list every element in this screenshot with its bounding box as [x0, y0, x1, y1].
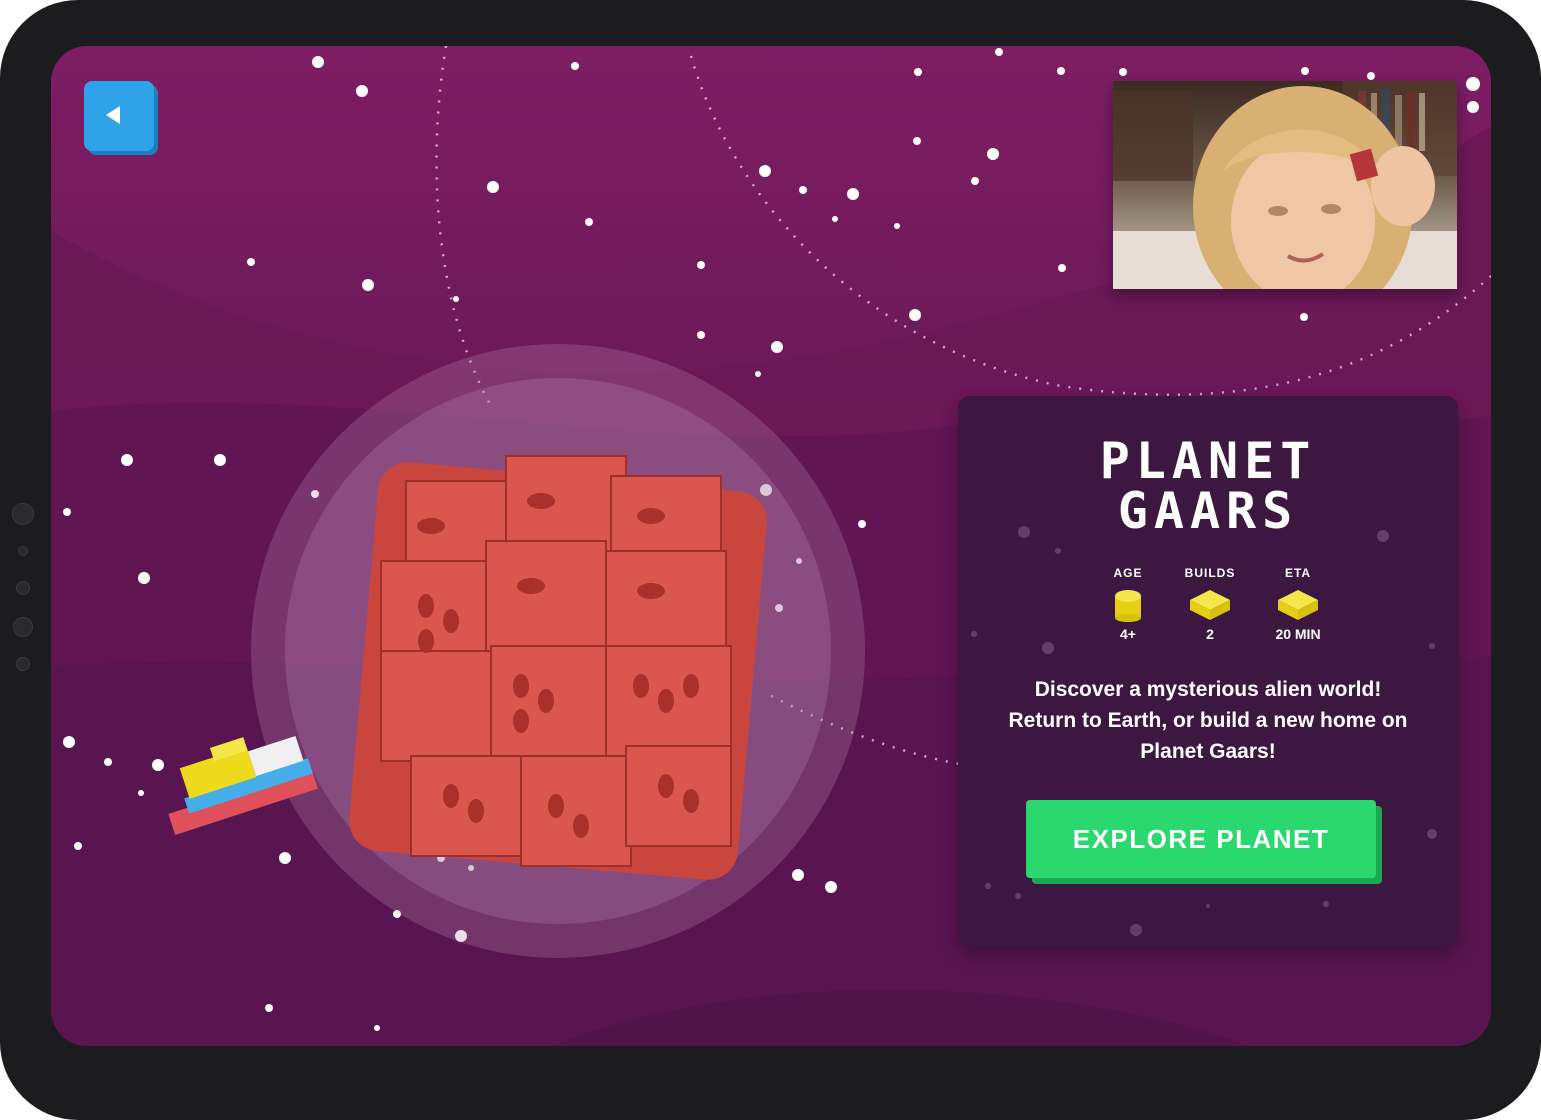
planet-title: PLANET GAARS — [958, 436, 1458, 536]
side-button — [13, 617, 33, 637]
side-button — [16, 581, 30, 595]
explore-planet-button[interactable]: EXPLORE PLANET — [1026, 800, 1376, 878]
brick-2x2-icon — [1190, 590, 1230, 620]
child-video-thumbnail — [1113, 81, 1457, 289]
stat-age-label: AGE — [1113, 566, 1143, 580]
brick-1x1-icon — [1115, 590, 1141, 622]
stat-builds-label: BUILDS — [1184, 566, 1236, 580]
side-button — [18, 546, 28, 556]
camera-lens — [12, 503, 34, 525]
stat-builds-value: 2 — [1206, 626, 1214, 642]
stat-age-value: 4+ — [1120, 626, 1136, 642]
stat-eta-value: 20 MIN — [1275, 626, 1321, 642]
stat-age: AGE 4+ — [1088, 566, 1168, 642]
planet-title-line2: GAARS — [1117, 482, 1299, 540]
app-screen: PLANET GAARS AGE 4+ BUILDS 2 ETA 20 MIN … — [51, 46, 1491, 1046]
planet-stats: AGE 4+ BUILDS 2 ETA 20 MIN — [1088, 566, 1328, 656]
planet-gaars-illustration — [251, 344, 865, 958]
stat-builds: BUILDS 2 — [1170, 566, 1250, 642]
stat-eta: ETA 20 MIN — [1258, 566, 1338, 642]
stat-eta-label: ETA — [1284, 566, 1312, 580]
back-arrow-icon — [106, 106, 120, 124]
planet-description: Discover a mysterious alien world! Retur… — [1008, 678, 1408, 763]
back-button[interactable] — [84, 81, 154, 151]
planet-title-line1: PLANET — [1099, 432, 1317, 490]
brick-2x2-icon — [1278, 590, 1318, 620]
webcam-video-feed — [1113, 81, 1457, 289]
side-button — [16, 657, 30, 671]
planet-info-card: PLANET GAARS AGE 4+ BUILDS 2 ETA 20 MIN … — [958, 396, 1458, 946]
